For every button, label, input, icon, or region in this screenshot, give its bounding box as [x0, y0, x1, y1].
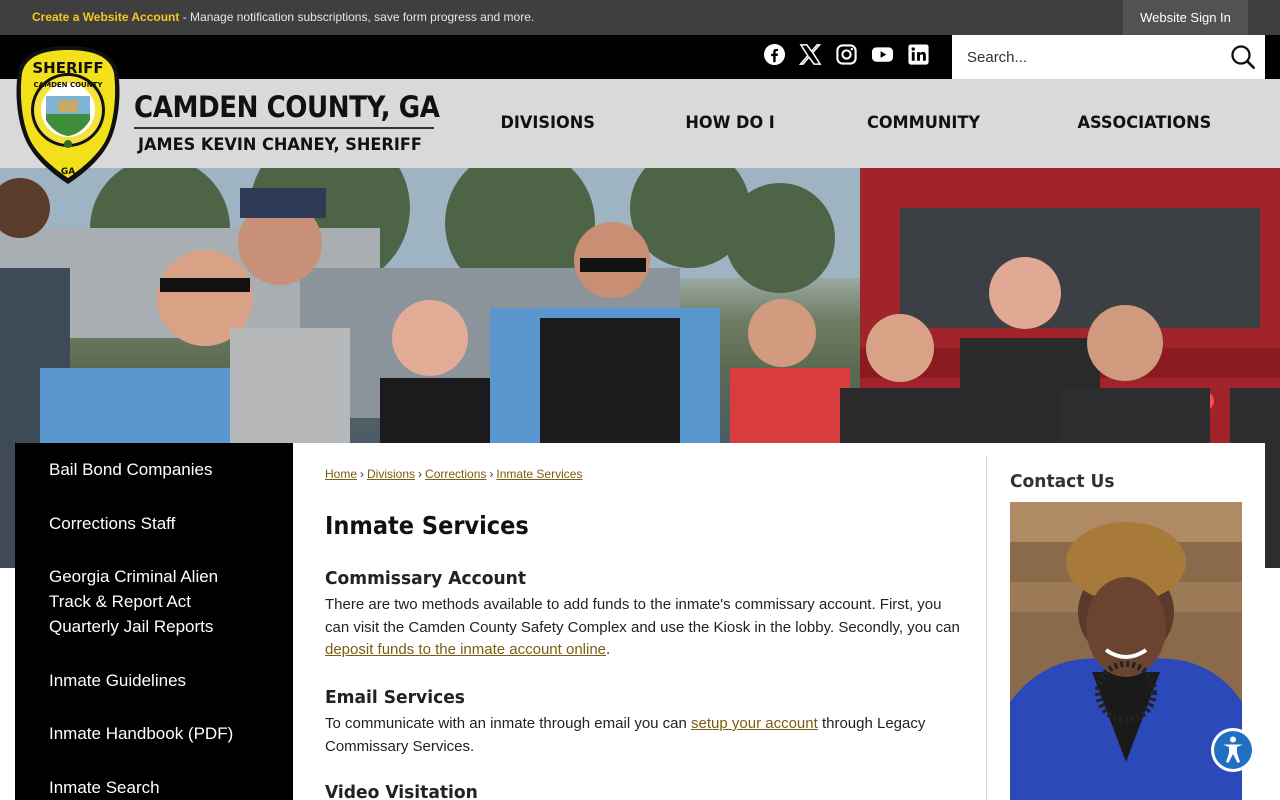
nav-associations[interactable]: ASSOCIATIONS: [1078, 79, 1212, 168]
site-subtitle: JAMES KEVIN CHANEY, SHERIFF: [138, 135, 422, 155]
accessibility-icon[interactable]: [1210, 727, 1256, 773]
section-heading-video: Video Visitation: [325, 782, 478, 800]
nav-divisions[interactable]: DIVISIONS: [500, 79, 594, 168]
badge-top-text: SHERIFF: [32, 59, 103, 77]
contact-photo: [1010, 502, 1242, 800]
youtube-icon[interactable]: [871, 43, 894, 66]
facebook-icon[interactable]: [763, 43, 786, 66]
contact-us-heading: Contact Us: [1010, 471, 1115, 492]
notification-text: - Manage notification subscriptions, sav…: [179, 10, 535, 24]
breadcrumb-inmate-services[interactable]: Inmate Services: [496, 467, 582, 481]
breadcrumb-divisions[interactable]: Divisions: [367, 467, 415, 481]
linkedin-icon[interactable]: [907, 43, 930, 66]
badge-ring-text: CAMDEN COUNTY: [34, 81, 104, 89]
nav-community[interactable]: COMMUNITY: [867, 79, 980, 168]
section-text-commissary: There are two methods available to add f…: [325, 596, 960, 658]
main-content: Home › Divisions › Corrections › Inmate Servic…: [293, 443, 1265, 800]
section-text-email: To communicate with an inmate through em…: [325, 715, 926, 755]
sidenav-inmate-search[interactable]: Inmate Search: [49, 775, 289, 800]
badge-bottom-text: GA: [61, 167, 75, 177]
sidenav-inmate-guidelines[interactable]: Inmate Guidelines: [49, 668, 289, 693]
sidenav-bail-bond-companies[interactable]: Bail Bond Companies: [49, 457, 289, 482]
page-title: Inmate Services: [325, 511, 529, 540]
site-title: CAMDEN COUNTY, GA: [134, 90, 440, 124]
side-nav: Bail Bond Companies Corrections Staff Ge…: [15, 443, 293, 800]
breadcrumb-home[interactable]: Home: [325, 467, 357, 481]
breadcrumb-corrections[interactable]: Corrections: [425, 467, 486, 481]
deposit-funds-link[interactable]: deposit funds to the inmate account onli…: [325, 641, 606, 658]
x-twitter-icon[interactable]: [799, 43, 822, 66]
main-nav: DIVISIONS HOW DO I COMMUNITY ASSOCIATION…: [440, 79, 1280, 168]
section-heading-commissary: Commissary Account: [325, 568, 527, 589]
breadcrumb: Home › Divisions › Corrections › Inmate Servic…: [325, 467, 583, 481]
notification-bar: Create a Website Account - Manage notifi…: [0, 0, 1280, 35]
brand-divider: [134, 127, 434, 129]
instagram-icon[interactable]: [835, 43, 858, 66]
search-icon[interactable]: [1230, 44, 1256, 70]
website-sign-in-button[interactable]: Website Sign In: [1123, 0, 1248, 35]
sidenav-criminal-alien-reports[interactable]: Georgia Criminal Alien Track & Report Ac…: [49, 564, 239, 639]
search-box: [952, 35, 1265, 79]
setup-account-link[interactable]: setup your account: [691, 715, 818, 732]
sheriff-badge-logo[interactable]: SHERIFF CAMDEN COUNTY GA: [14, 44, 122, 186]
nav-how-do-i[interactable]: HOW DO I: [685, 79, 774, 168]
search-input[interactable]: [952, 35, 1222, 79]
content-divider: [986, 455, 987, 800]
section-heading-email: Email Services: [325, 687, 465, 708]
create-account-link[interactable]: Create a Website Account: [32, 10, 179, 24]
site-brand[interactable]: CAMDEN COUNTY, GA JAMES KEVIN CHANEY, SH…: [134, 88, 440, 155]
social-links: [763, 43, 930, 66]
sidenav-corrections-staff[interactable]: Corrections Staff: [49, 511, 289, 536]
notification-message: Create a Website Account - Manage notifi…: [32, 0, 534, 35]
sidenav-inmate-handbook[interactable]: Inmate Handbook (PDF): [49, 721, 289, 746]
